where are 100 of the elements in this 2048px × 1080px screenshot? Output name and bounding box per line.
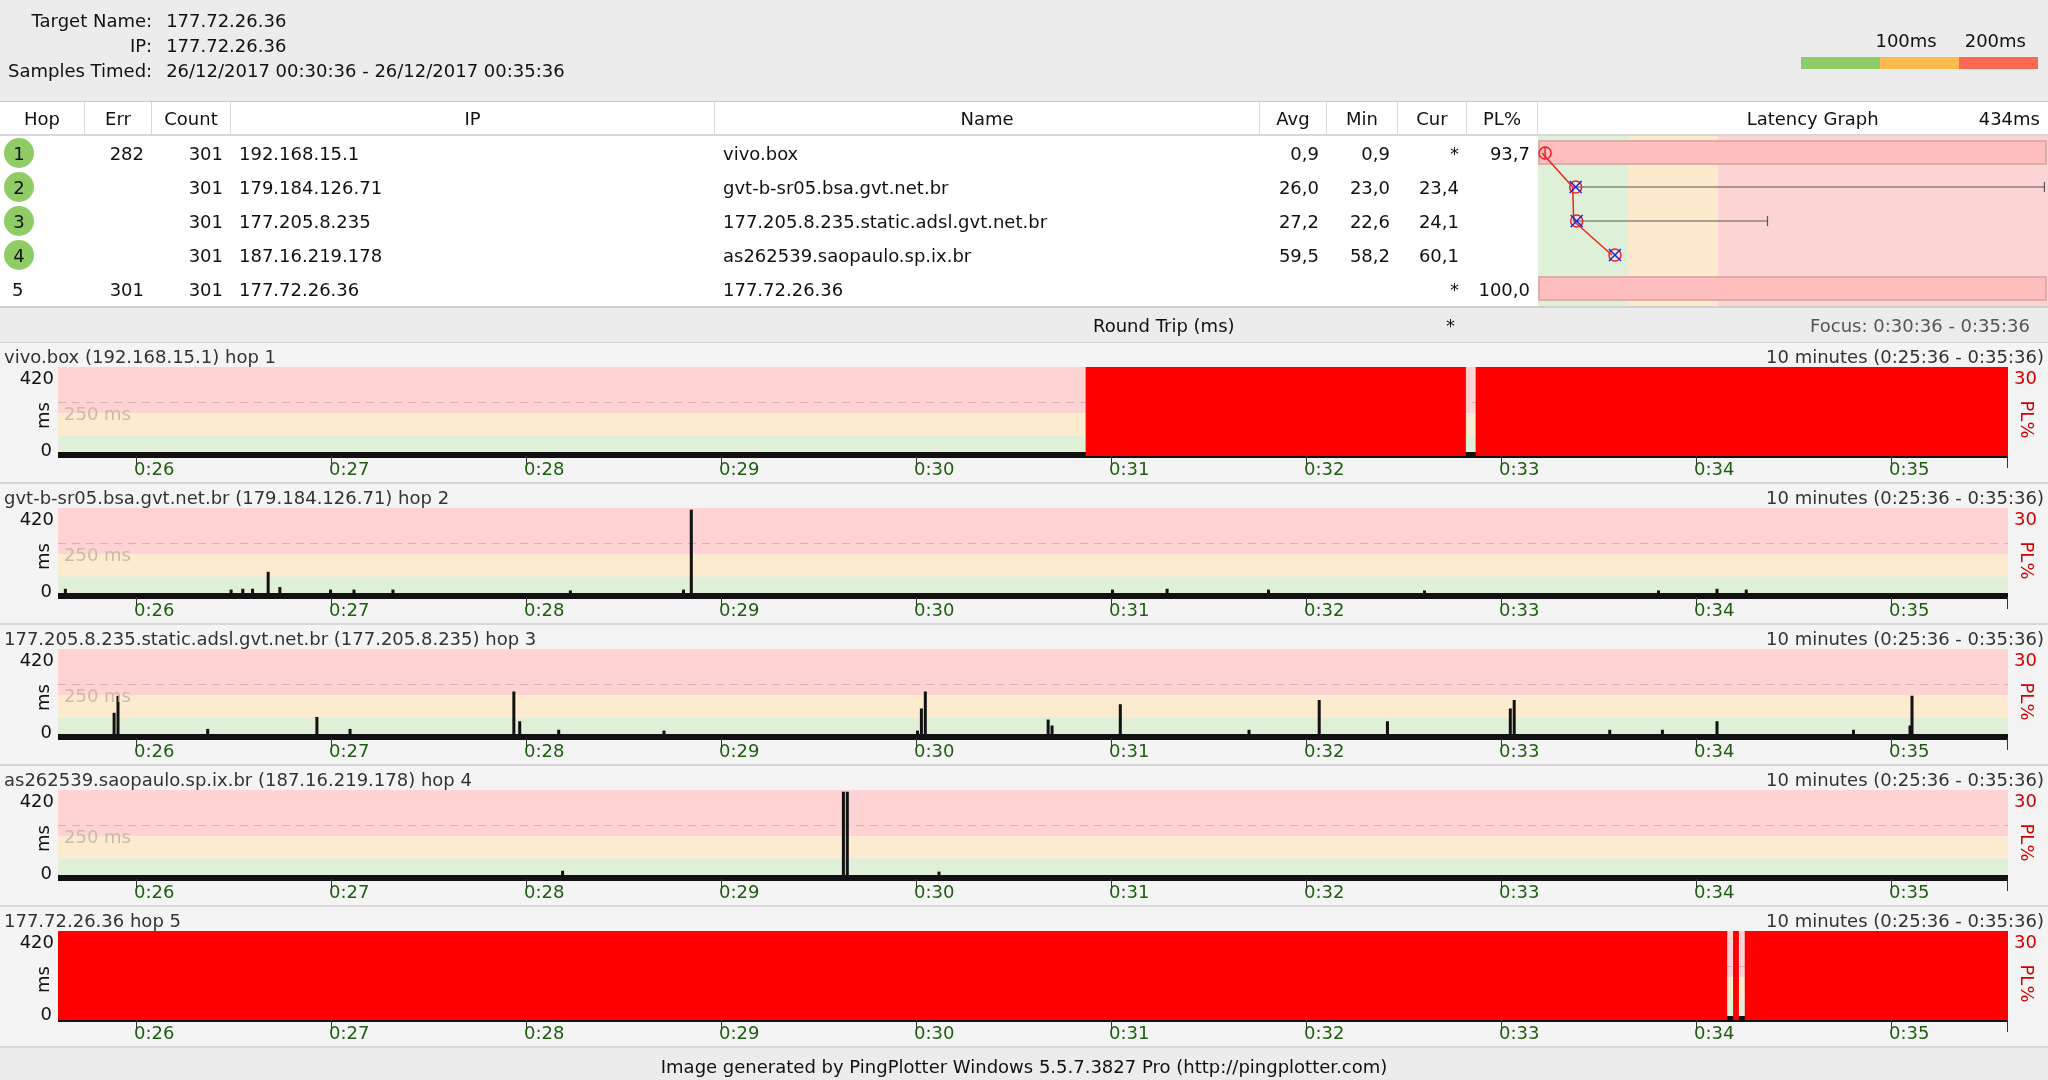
y-axis-unit: ms: [32, 825, 54, 852]
table-cell: 301: [188, 278, 223, 300]
column-header[interactable]: Latency Graph 434ms: [1538, 102, 2048, 134]
graph-title: 177.72.26.36 hop 5: [4, 910, 181, 931]
y-axis-unit: ms: [32, 543, 54, 570]
x-axis-label: 0:27: [329, 599, 370, 620]
column-header[interactable]: Cur: [1398, 102, 1467, 134]
table-cell: gvt-b-sr05.bsa.gvt.net.br: [723, 176, 949, 198]
x-axis-label: 0:32: [1304, 881, 1345, 902]
table-cell: 301: [188, 210, 223, 232]
x-axis-label: 0:28: [524, 740, 565, 761]
column-header[interactable]: Name: [715, 102, 1260, 134]
table-cell: 301: [188, 142, 223, 164]
column-header[interactable]: Min: [1327, 102, 1398, 134]
x-axis-label: 0:30: [914, 740, 955, 761]
table-cell: 301: [188, 244, 223, 266]
hop-number: 3: [4, 206, 34, 236]
x-axis-label: 0:34: [1694, 881, 1735, 902]
x-axis-label: 0:33: [1499, 881, 1540, 902]
y-axis-min: 0: [40, 862, 52, 883]
table-cell: 58,2: [1349, 244, 1390, 266]
y-axis-max: 420: [19, 790, 54, 811]
loss-axis-unit: PL%: [2016, 823, 2038, 862]
y-axis-min: 0: [40, 721, 52, 742]
graph-title: as262539.saopaulo.sp.ix.br (187.16.219.178) hop 4: [4, 769, 472, 790]
table-cell: 177.72.26.36: [239, 278, 360, 300]
table-cell: 0,9: [1361, 142, 1390, 164]
legend-label: 200ms: [1964, 30, 2026, 51]
loss-axis-max: 30: [2014, 790, 2037, 811]
hop-number: 5: [11, 278, 24, 300]
graph-time-range: 10 minutes (0:25:36 - 0:35:36): [1766, 769, 2044, 790]
x-axis-label: 0:31: [1109, 740, 1150, 761]
graph-time-range: 10 minutes (0:25:36 - 0:35:36): [1766, 910, 2044, 931]
table-cell: vivo.box: [723, 142, 799, 164]
graph-title: 177.205.8.235.static.adsl.gvt.net.br (177.205.8.235) hop 3: [4, 628, 537, 649]
y-axis-unit: ms: [32, 966, 54, 993]
table-cell: 192.168.15.1: [239, 142, 360, 164]
round-trip-label: Round Trip (ms): [1093, 314, 1235, 336]
loss-axis-max: 30: [2014, 931, 2037, 952]
y-axis-max: 420: [19, 367, 54, 388]
x-axis-label: 0:30: [914, 1022, 955, 1043]
x-axis-label: 0:35: [1889, 599, 1930, 620]
ip-value: 177.72.26.36: [166, 35, 288, 56]
column-header[interactable]: Avg: [1260, 102, 1327, 134]
column-header[interactable]: IP: [231, 102, 715, 134]
column-header[interactable]: Count: [152, 102, 231, 134]
graph-title: gvt-b-sr05.bsa.gvt.net.br (179.184.126.71) hop 2: [4, 487, 450, 508]
loss-axis-max: 30: [2014, 508, 2037, 529]
x-axis-label: 0:29: [719, 740, 760, 761]
graph-time-range: 10 minutes (0:25:36 - 0:35:36): [1766, 628, 2044, 649]
table-cell: 100,0: [1478, 278, 1530, 300]
x-axis-label: 0:28: [524, 458, 565, 479]
table-cell: 93,7: [1489, 142, 1530, 164]
x-axis-label: 0:29: [719, 599, 760, 620]
hop-number: 2: [4, 172, 34, 202]
loss-axis-max: 30: [2014, 367, 2037, 388]
loss-axis-unit: PL%: [2016, 964, 2038, 1003]
focus-range: Focus: 0:30:36 - 0:35:36: [1810, 314, 2030, 336]
x-axis-label: 0:29: [719, 1022, 760, 1043]
x-axis-label: 0:27: [329, 881, 370, 902]
table-cell: 27,2: [1278, 210, 1319, 232]
y-axis-min: 0: [40, 580, 52, 601]
column-header[interactable]: Hop: [0, 102, 85, 134]
table-cell: 26,0: [1278, 176, 1319, 198]
graph-time-range: 10 minutes (0:25:36 - 0:35:36): [1766, 487, 2044, 508]
table-cell: 179.184.126.71: [239, 176, 383, 198]
x-axis-label: 0:35: [1889, 458, 1930, 479]
x-axis-label: 0:33: [1499, 458, 1540, 479]
x-axis-label: 0:29: [719, 458, 760, 479]
table-cell: 0,9: [1290, 142, 1319, 164]
column-header[interactable]: PL%: [1467, 102, 1538, 134]
table-cell: 177.205.8.235.static.adsl.gvt.net.br: [723, 210, 1048, 232]
legend-label: 100ms: [1875, 30, 1937, 51]
x-axis-label: 0:30: [914, 599, 955, 620]
x-axis-label: 0:33: [1499, 740, 1540, 761]
latency-graph-header: Latency Graph: [1746, 107, 1879, 129]
ip-label: IP:: [128, 35, 153, 56]
x-axis-label: 0:35: [1889, 1022, 1930, 1043]
target-name-value: 177.72.26.36: [166, 10, 288, 31]
x-axis-label: 0:32: [1304, 599, 1345, 620]
target-name-label: Target Name:: [30, 10, 153, 31]
table-cell: as262539.saopaulo.sp.ix.br: [723, 244, 972, 266]
x-axis-label: 0:27: [329, 1022, 370, 1043]
x-axis-label: 0:32: [1304, 1022, 1345, 1043]
hop-number: 4: [4, 240, 34, 270]
round-trip-cur: *: [1446, 314, 1455, 336]
table-cell: 282: [109, 142, 144, 164]
x-axis-label: 0:32: [1304, 740, 1345, 761]
x-axis-label: 0:26: [134, 881, 175, 902]
y-axis-unit: ms: [32, 684, 54, 711]
x-axis-label: 0:31: [1109, 599, 1150, 620]
x-axis-label: 0:30: [914, 881, 955, 902]
x-axis-label: 0:34: [1694, 458, 1735, 479]
x-axis-label: 0:27: [329, 740, 370, 761]
y-axis-max: 420: [19, 931, 54, 952]
table-cell: 24,1: [1418, 210, 1459, 232]
table-cell: 177.72.26.36: [723, 278, 844, 300]
x-axis-label: 0:34: [1694, 599, 1735, 620]
column-header[interactable]: Err: [85, 102, 152, 134]
table-cell: 301: [109, 278, 144, 300]
